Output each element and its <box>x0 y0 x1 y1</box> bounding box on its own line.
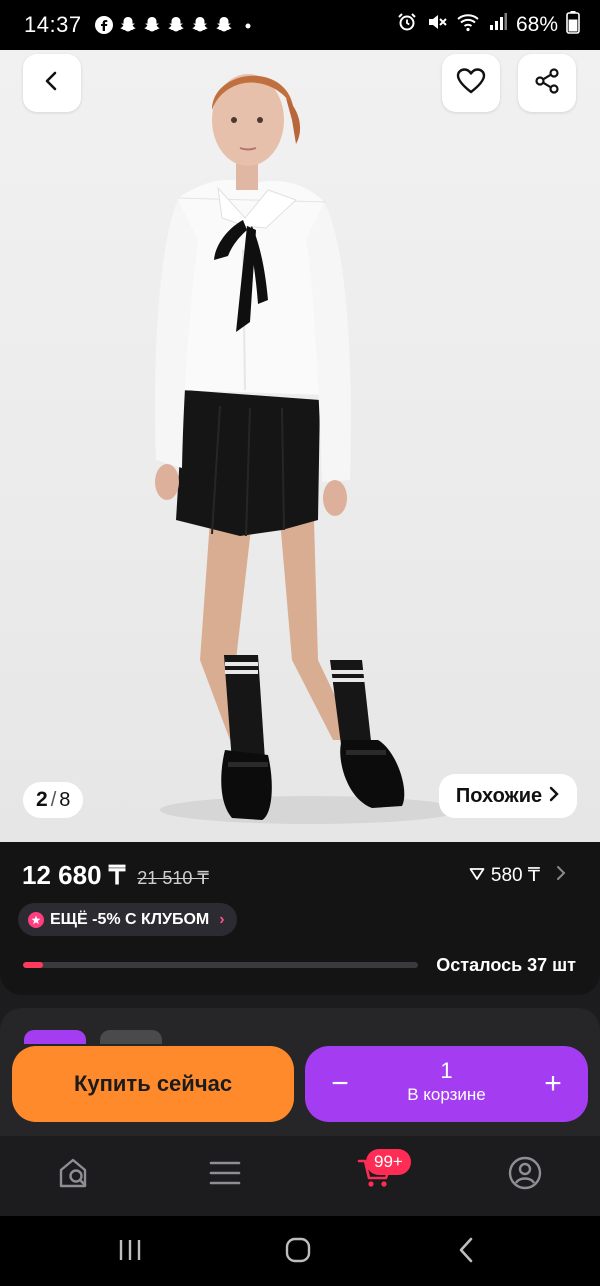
product-screen: 14:37 68% 2 / 8 Похожие 12 680 ₸ 21 510 … <box>0 0 600 1286</box>
stock-progress-bar <box>23 962 418 968</box>
image-counter-current: 2 <box>36 788 48 811</box>
snapchat-icon <box>214 15 234 35</box>
in-cart-label: В корзине <box>407 1085 486 1104</box>
image-counter-separator: / <box>50 788 57 811</box>
heart-icon <box>456 67 486 100</box>
peek-chip-purple <box>24 1030 86 1044</box>
snapchat-icon <box>166 15 186 35</box>
system-navigation-bar <box>0 1216 600 1286</box>
favorite-button[interactable] <box>442 54 500 112</box>
peek-chip-gray <box>100 1030 162 1044</box>
star-icon <box>28 911 44 928</box>
signal-icon <box>488 11 508 39</box>
increase-quantity-button[interactable]: + <box>518 1046 588 1122</box>
profile-icon <box>507 1155 543 1196</box>
current-price: 12 680 ₸ <box>22 860 126 890</box>
cart-quantity: 1 <box>440 1058 453 1083</box>
share-button[interactable] <box>518 54 576 112</box>
price-row: 12 680 ₸ 21 510 ₸ <box>22 860 209 891</box>
chevron-right-icon <box>556 865 566 887</box>
snapchat-icon <box>142 15 162 35</box>
tab-home[interactable] <box>45 1150 105 1200</box>
dot-icon <box>238 15 258 35</box>
recent-apps-icon <box>117 1238 143 1267</box>
system-home-button[interactable] <box>274 1232 322 1272</box>
battery-icon <box>566 10 580 40</box>
chevron-right-icon <box>548 785 560 808</box>
chevron-left-icon <box>40 69 64 98</box>
snapchat-icon <box>190 15 210 35</box>
system-back-button[interactable] <box>442 1232 490 1272</box>
status-bar: 14:37 68% <box>0 0 600 50</box>
club-arrow: › <box>219 910 225 928</box>
price-drop-value: 580 ₸ <box>490 865 540 886</box>
club-discount-label: ЕЩЁ -5% С КЛУБОМ <box>50 910 210 928</box>
system-indicators: 68% <box>396 10 580 40</box>
mute-icon <box>426 11 448 39</box>
old-price: 21 510 ₸ <box>137 868 209 888</box>
home-search-icon <box>57 1156 93 1195</box>
price-panel: 12 680 ₸ 21 510 ₸ 580 ₸ ЕЩЁ -5% С КЛУБОМ… <box>0 842 600 995</box>
snapchat-icon <box>118 15 138 35</box>
bottom-tab-bar <box>0 1136 600 1216</box>
cart-quantity-stepper: − 1 В корзине + <box>305 1046 588 1122</box>
battery-percent: 68% <box>515 13 558 36</box>
back-icon <box>456 1236 476 1269</box>
wifi-icon <box>456 11 480 39</box>
cart-quantity-display[interactable]: 1 В корзине <box>375 1058 518 1106</box>
decrease-quantity-button[interactable]: − <box>305 1046 375 1122</box>
similar-products-button[interactable]: Похожие <box>439 774 577 818</box>
stock-progress-fill <box>23 962 43 968</box>
home-icon <box>284 1236 312 1269</box>
notification-icons <box>94 15 258 35</box>
tab-catalog[interactable] <box>195 1150 255 1200</box>
back-button[interactable] <box>23 54 81 112</box>
image-counter: 2 / 8 <box>23 782 84 818</box>
triangle-down-icon <box>469 865 485 887</box>
product-gallery[interactable]: 2 / 8 Похожие <box>0 50 600 842</box>
buy-now-button[interactable]: Купить сейчас <box>12 1046 294 1122</box>
stock-remaining: Осталось 37 шт <box>436 955 576 975</box>
status-time: 14:37 <box>24 12 82 37</box>
club-discount-badge[interactable]: ЕЩЁ -5% С КЛУБОМ › <box>18 903 237 936</box>
image-counter-total: 8 <box>59 788 71 811</box>
menu-icon <box>209 1159 241 1192</box>
alarm-icon <box>396 11 418 39</box>
facebook-icon <box>94 15 114 35</box>
cart-count-badge: 99+ <box>366 1149 411 1175</box>
price-drop-link[interactable]: 580 ₸ <box>469 864 566 887</box>
tab-profile[interactable] <box>495 1150 555 1200</box>
similar-products-label: Похожие <box>455 784 543 807</box>
recent-apps-button[interactable] <box>106 1232 154 1272</box>
product-photo <box>154 74 460 824</box>
share-icon <box>533 67 561 100</box>
